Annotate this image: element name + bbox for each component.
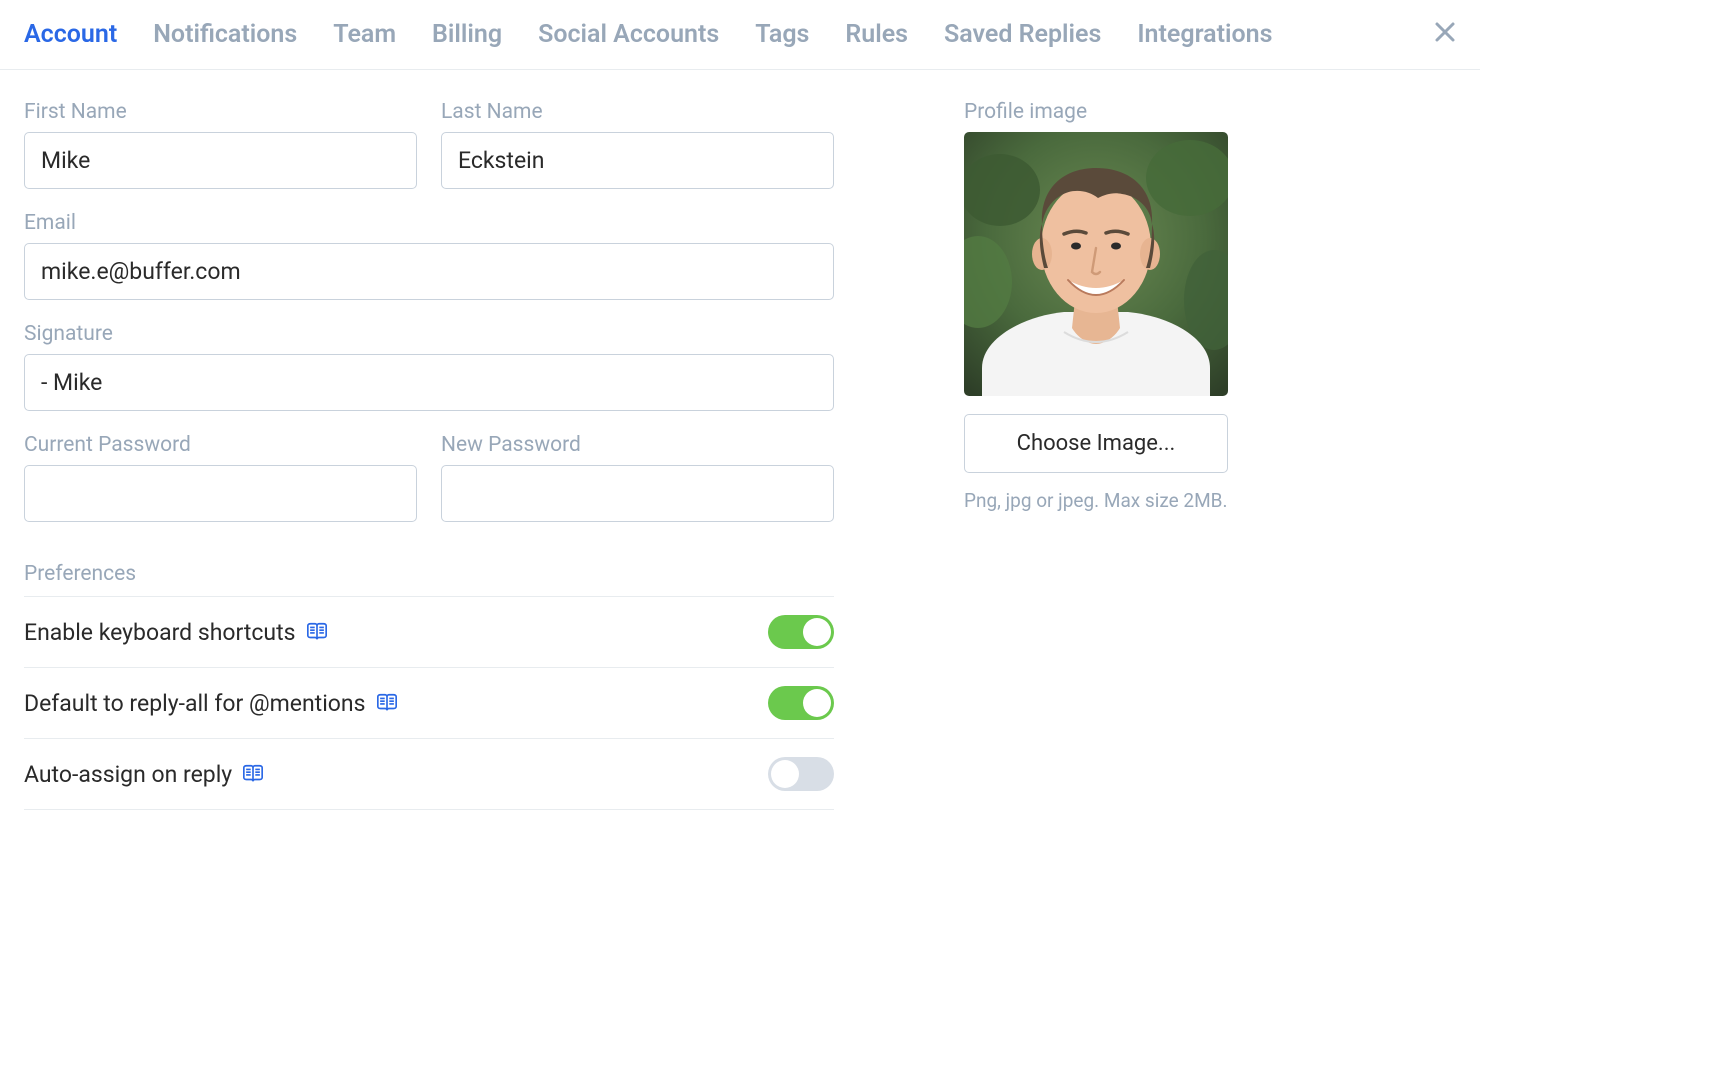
tab-saved-replies[interactable]: Saved Replies xyxy=(944,20,1101,49)
pref-auto-assign-toggle[interactable] xyxy=(768,757,834,791)
last-name-label: Last Name xyxy=(441,100,834,124)
tab-tags[interactable]: Tags xyxy=(755,20,809,49)
close-icon[interactable] xyxy=(1434,21,1456,48)
new-password-field-group: New Password xyxy=(441,433,834,522)
choose-image-button[interactable]: Choose Image... xyxy=(964,414,1228,473)
new-password-input[interactable] xyxy=(441,465,834,522)
new-password-label: New Password xyxy=(441,433,834,457)
first-name-field-group: First Name xyxy=(24,100,417,189)
account-form: First Name Last Name Email Signature xyxy=(24,100,834,810)
profile-image-hint: Png, jpg or jpeg. Max size 2MB. xyxy=(964,489,1234,512)
profile-image xyxy=(964,132,1228,396)
tab-account[interactable]: Account xyxy=(24,20,117,49)
pref-auto-assign-label: Auto-assign on reply xyxy=(24,761,232,788)
tab-team[interactable]: Team xyxy=(333,20,396,49)
email-field-group: Email xyxy=(24,211,834,300)
tab-integrations[interactable]: Integrations xyxy=(1137,20,1272,49)
pref-auto-assign: Auto-assign on reply xyxy=(24,739,834,810)
signature-label: Signature xyxy=(24,322,834,346)
signature-field-group: Signature xyxy=(24,322,834,411)
profile-image-section: Profile image xyxy=(964,100,1234,810)
first-name-input[interactable] xyxy=(24,132,417,189)
email-label: Email xyxy=(24,211,834,235)
pref-reply-all-mentions: Default to reply-all for @mentions xyxy=(24,668,834,739)
current-password-input[interactable] xyxy=(24,465,417,522)
help-book-icon[interactable] xyxy=(376,693,398,713)
help-book-icon[interactable] xyxy=(242,764,264,784)
first-name-label: First Name xyxy=(24,100,417,124)
pref-keyboard-shortcuts-toggle[interactable] xyxy=(768,615,834,649)
pref-keyboard-shortcuts: Enable keyboard shortcuts xyxy=(24,597,834,668)
email-input[interactable] xyxy=(24,243,834,300)
profile-image-label: Profile image xyxy=(964,100,1234,124)
tab-billing[interactable]: Billing xyxy=(432,20,502,49)
current-password-label: Current Password xyxy=(24,433,417,457)
tab-social-accounts[interactable]: Social Accounts xyxy=(538,20,719,49)
last-name-input[interactable] xyxy=(441,132,834,189)
preferences-heading: Preferences xyxy=(24,562,834,597)
current-password-field-group: Current Password xyxy=(24,433,417,522)
pref-keyboard-shortcuts-label: Enable keyboard shortcuts xyxy=(24,619,296,646)
pref-reply-all-mentions-toggle[interactable] xyxy=(768,686,834,720)
pref-reply-all-mentions-label: Default to reply-all for @mentions xyxy=(24,690,366,717)
help-book-icon[interactable] xyxy=(306,622,328,642)
settings-tab-bar: Account Notifications Team Billing Socia… xyxy=(0,0,1480,70)
signature-input[interactable] xyxy=(24,354,834,411)
tab-rules[interactable]: Rules xyxy=(845,20,908,49)
tab-notifications[interactable]: Notifications xyxy=(153,20,297,49)
last-name-field-group: Last Name xyxy=(441,100,834,189)
